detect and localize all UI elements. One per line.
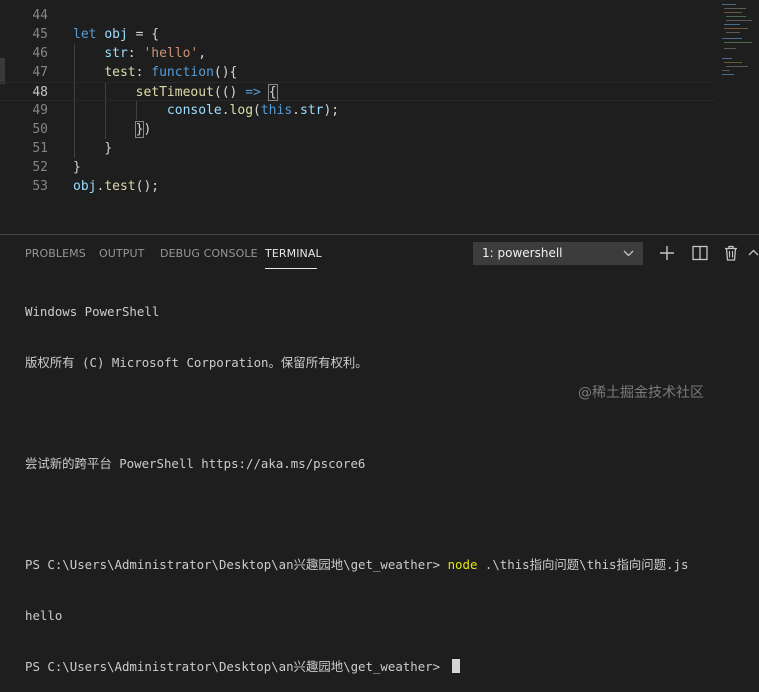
code-line[interactable]: 49 console.log(this.str); xyxy=(0,101,715,120)
code-line[interactable]: 53 obj.test(); xyxy=(0,177,715,196)
line-number: 53 xyxy=(32,179,48,194)
terminal-command-args: .\this指向问题\this指向问题.js xyxy=(477,557,689,572)
line-number: 51 xyxy=(32,141,48,156)
code-line[interactable]: 47 test: function(){ xyxy=(0,63,715,82)
add-icon[interactable] xyxy=(656,242,678,264)
code-text: console.log(this.str); xyxy=(166,103,340,118)
chevron-up-icon[interactable] xyxy=(748,242,759,264)
tab-debug-console[interactable]: DEBUG CONSOLE xyxy=(160,247,258,260)
code-line[interactable]: 45 let obj = { xyxy=(0,25,715,44)
panel-tabs: PROBLEMS OUTPUT DEBUG CONSOLE TERMINAL xyxy=(0,235,470,273)
line-number: 52 xyxy=(32,160,48,175)
tab-terminal[interactable]: TERMINAL xyxy=(265,247,322,260)
line-number: 46 xyxy=(32,46,48,61)
code-text: setTimeout(() => { xyxy=(135,84,278,101)
terminal-cursor xyxy=(451,659,460,673)
line-number: 44 xyxy=(32,8,48,23)
code-text: let obj = { xyxy=(73,27,160,42)
line-number: 49 xyxy=(32,103,48,118)
terminal-select-value: 1: powershell xyxy=(482,246,563,260)
terminal-line: Windows PowerShell xyxy=(25,304,160,319)
split-icon[interactable] xyxy=(689,242,711,264)
line-number: 48 xyxy=(32,85,48,100)
bracket-match: { xyxy=(267,84,278,101)
code-text: }) xyxy=(134,121,152,138)
terminal-command-line: PS C:\Users\Administrator\Desktop\an兴趣园地… xyxy=(25,658,688,675)
code-line[interactable]: 52 } xyxy=(0,158,715,177)
code-text: } xyxy=(104,141,113,156)
terminal-line: 版权所有 (C) Microsoft Corporation。保留所有权利。 xyxy=(25,355,368,370)
minimap[interactable] xyxy=(718,0,759,80)
code-editor[interactable]: 44 45 let obj = { 46 str: 'hello', 47 te… xyxy=(0,0,759,234)
terminal-line: 尝试新的跨平台 PowerShell https://aka.ms/pscore… xyxy=(25,456,366,471)
tab-problems[interactable]: PROBLEMS xyxy=(25,247,86,260)
terminal-command-line: PS C:\Users\Administrator\Desktop\an兴趣园地… xyxy=(25,556,688,573)
code-line[interactable]: 50 }) xyxy=(0,120,715,139)
terminal-select[interactable]: 1: powershell xyxy=(473,242,643,265)
code-line-current[interactable]: 48 setTimeout(() => { xyxy=(0,82,715,101)
code-text: } xyxy=(73,160,81,175)
watermark: @稀土掘金技术社区 xyxy=(578,382,704,402)
tab-output[interactable]: OUTPUT xyxy=(99,247,144,260)
terminal-command: node xyxy=(447,557,478,572)
terminal-prompt: PS C:\Users\Administrator\Desktop\an兴趣园地… xyxy=(25,659,448,674)
terminal-prompt: PS C:\Users\Administrator\Desktop\an兴趣园地… xyxy=(25,557,448,572)
chevron-down-icon xyxy=(623,243,634,271)
code-line[interactable]: 44 xyxy=(0,6,715,25)
line-number: 47 xyxy=(32,65,48,80)
code-line[interactable]: 46 str: 'hello', xyxy=(0,44,715,63)
terminal-output[interactable]: Windows PowerShell 版权所有 (C) Microsoft Co… xyxy=(25,269,688,692)
code-text: test: function(){ xyxy=(104,65,238,80)
code-text: obj.test(); xyxy=(73,179,160,194)
code-text: str: 'hello', xyxy=(104,46,207,61)
watermark-text: @稀土掘金技术社区 xyxy=(578,385,704,401)
terminal-line: hello xyxy=(25,608,63,623)
line-number: 50 xyxy=(32,122,48,137)
trash-icon[interactable] xyxy=(720,242,742,264)
code-line[interactable]: 51 } xyxy=(0,139,715,158)
line-number: 45 xyxy=(32,27,48,42)
